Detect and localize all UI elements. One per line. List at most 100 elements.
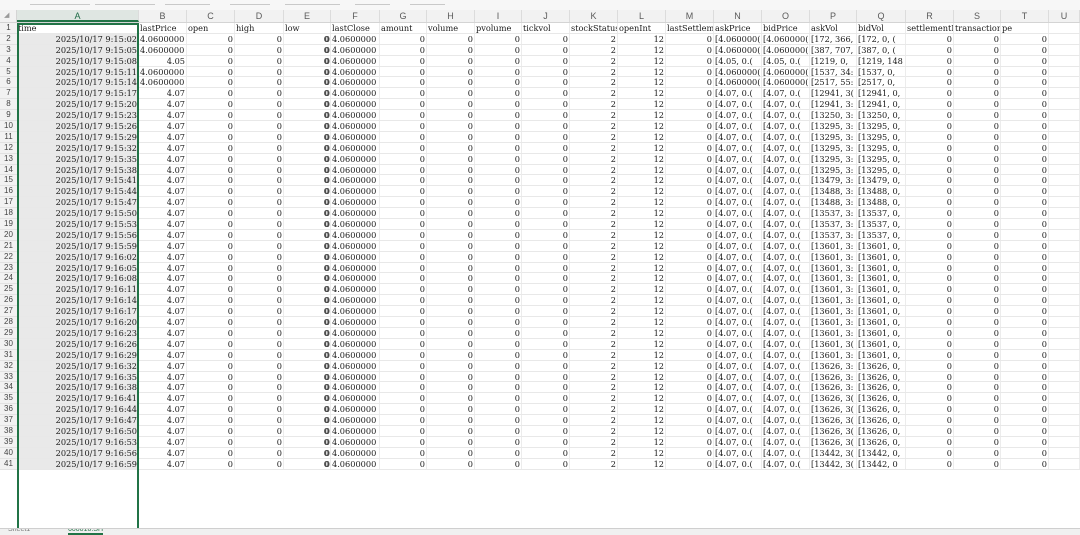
cell-pvolume[interactable]: 0 xyxy=(475,458,522,469)
cell-askprice[interactable]: [4.07, 0.( xyxy=(714,164,762,175)
cell-high[interactable]: 0 xyxy=(235,44,284,55)
cell-time[interactable]: 2025/10/17 9:16:44 xyxy=(17,404,139,415)
cell-lastclose[interactable]: 4.0600000 xyxy=(331,175,380,186)
cell-askvol[interactable]: [13295, 3: xyxy=(810,164,857,175)
cell-askvol[interactable]: [12941, 3: xyxy=(810,99,857,110)
cell-askprice[interactable]: [4.07, 0.( xyxy=(714,88,762,99)
cell-time[interactable]: 2025/10/17 9:15:59 xyxy=(17,240,139,251)
cell-settlement[interactable]: 0 xyxy=(906,66,954,77)
cell-pe[interactable]: 0 xyxy=(1001,262,1049,273)
cell-tickvol[interactable]: 0 xyxy=(522,197,570,208)
cell-pvolume[interactable]: 0 xyxy=(475,99,522,110)
cell-time[interactable]: 2025/10/17 9:15:14 xyxy=(17,77,139,88)
cell-askvol[interactable]: [2517, 55: xyxy=(810,77,857,88)
cell-open[interactable]: 0 xyxy=(187,371,235,382)
cell-openint[interactable]: 12 xyxy=(618,436,666,447)
cell-lastprice[interactable]: 4.07 xyxy=(139,153,187,164)
cell-openint[interactable]: 12 xyxy=(618,415,666,426)
cell-openint[interactable]: 12 xyxy=(618,425,666,436)
cell-stockstatus[interactable]: 2 xyxy=(570,295,618,306)
cell-openint[interactable]: 12 xyxy=(618,338,666,349)
cell-time[interactable]: 2025/10/17 9:15:17 xyxy=(17,88,139,99)
cell-time[interactable]: 2025/10/17 9:15:05 xyxy=(17,44,139,55)
cell-time[interactable]: 2025/10/17 9:15:41 xyxy=(17,175,139,186)
cell-pvolume[interactable]: 0 xyxy=(475,219,522,230)
column-header-l[interactable]: L xyxy=(618,10,666,22)
cell-lastsettlement[interactable]: 0 xyxy=(666,273,714,284)
cell-askvol[interactable]: [13601, 3: xyxy=(810,327,857,338)
cell-bidvol[interactable]: [13626, 0, xyxy=(857,360,906,371)
row-header-27[interactable]: 27 xyxy=(0,306,17,318)
cell-lastsettlement[interactable]: 0 xyxy=(666,229,714,240)
cell-high[interactable]: 0 xyxy=(235,33,284,44)
cell-bidvol[interactable]: [13601, 0, xyxy=(857,306,906,317)
row-header-18[interactable]: 18 xyxy=(0,208,17,220)
cell-empty[interactable] xyxy=(1049,33,1080,44)
cell-openint[interactable]: 12 xyxy=(618,44,666,55)
cell-tickvol[interactable]: 0 xyxy=(522,33,570,44)
cell-openint[interactable]: 12 xyxy=(618,88,666,99)
cell-bidprice[interactable]: [4.060000( xyxy=(762,66,810,77)
cell-open[interactable]: 0 xyxy=(187,393,235,404)
cell-transactionnum[interactable]: 0 xyxy=(954,306,1001,317)
cell-bidvol[interactable]: [13601, 0, xyxy=(857,251,906,262)
cell-amount[interactable]: 0 xyxy=(380,229,427,240)
cell-pe[interactable]: 0 xyxy=(1001,175,1049,186)
cell-bidprice[interactable]: [4.07, 0.( xyxy=(762,197,810,208)
cell-volume[interactable]: 0 xyxy=(427,436,475,447)
cell-askprice[interactable]: [4.07, 0.( xyxy=(714,229,762,240)
cell-pvolume[interactable]: 0 xyxy=(475,186,522,197)
cell-lastclose[interactable]: 4.0600000 xyxy=(331,436,380,447)
cell-lastprice[interactable]: 4.07 xyxy=(139,273,187,284)
cell-settlement[interactable]: 0 xyxy=(906,55,954,66)
cell-lastclose[interactable]: 4.0600000 xyxy=(331,44,380,55)
cell-lastclose[interactable]: 4.0600000 xyxy=(331,284,380,295)
row-header-28[interactable]: 28 xyxy=(0,317,17,328)
cell-lastprice[interactable]: 4.07 xyxy=(139,262,187,273)
cell-lastprice[interactable]: 4.05 xyxy=(139,55,187,66)
cell-pvolume[interactable]: 0 xyxy=(475,349,522,360)
cell-lastclose[interactable]: 4.0600000 xyxy=(331,99,380,110)
cell-lastsettlement[interactable]: 0 xyxy=(666,219,714,230)
cell-bidprice[interactable]: [4.07, 0.( xyxy=(762,219,810,230)
cell-askvol[interactable]: [13601, 3( xyxy=(810,338,857,349)
header-cell[interactable]: openInt xyxy=(618,23,666,33)
cell-bidvol[interactable]: [13626, 0, xyxy=(857,382,906,393)
cell-open[interactable]: 0 xyxy=(187,382,235,393)
cell-tickvol[interactable]: 0 xyxy=(522,273,570,284)
row-header-35[interactable]: 35 xyxy=(0,393,17,405)
header-cell[interactable]: lastClose xyxy=(331,23,380,33)
cell-askprice[interactable]: [4.05, 0.( xyxy=(714,55,762,66)
cell-volume[interactable]: 0 xyxy=(427,458,475,469)
cell-empty[interactable] xyxy=(1049,284,1080,295)
cell-tickvol[interactable]: 0 xyxy=(522,393,570,404)
cell-high[interactable]: 0 xyxy=(235,186,284,197)
cell-high[interactable]: 0 xyxy=(235,295,284,306)
cell-lastprice[interactable]: 4.07 xyxy=(139,382,187,393)
cell-askprice[interactable]: [4.07, 0.( xyxy=(714,382,762,393)
cell-transactionnum[interactable]: 0 xyxy=(954,121,1001,132)
cell-amount[interactable]: 0 xyxy=(380,415,427,426)
cell-volume[interactable]: 0 xyxy=(427,273,475,284)
cell-lastprice[interactable]: 4.07 xyxy=(139,338,187,349)
column-header-r[interactable]: R xyxy=(906,10,954,22)
cell-askprice[interactable]: [4.07, 0.( xyxy=(714,186,762,197)
cell-pvolume[interactable]: 0 xyxy=(475,262,522,273)
cell-tickvol[interactable]: 0 xyxy=(522,55,570,66)
cell-tickvol[interactable]: 0 xyxy=(522,371,570,382)
cell-volume[interactable]: 0 xyxy=(427,121,475,132)
cell-openint[interactable]: 12 xyxy=(618,306,666,317)
cell-lastclose[interactable]: 4.0600000 xyxy=(331,240,380,251)
cell-pvolume[interactable]: 0 xyxy=(475,88,522,99)
cell-bidprice[interactable]: [4.07, 0.( xyxy=(762,121,810,132)
cell-openint[interactable]: 12 xyxy=(618,360,666,371)
row-header-9[interactable]: 9 xyxy=(0,110,17,122)
cell-bidvol[interactable]: [13626, 0, xyxy=(857,436,906,447)
cell-pe[interactable]: 0 xyxy=(1001,371,1049,382)
cell-tickvol[interactable]: 0 xyxy=(522,99,570,110)
row-header-32[interactable]: 32 xyxy=(0,360,17,372)
cell-lastsettlement[interactable]: 0 xyxy=(666,404,714,415)
cell-openint[interactable]: 12 xyxy=(618,240,666,251)
cell-amount[interactable]: 0 xyxy=(380,371,427,382)
cell-time[interactable]: 2025/10/17 9:16:23 xyxy=(17,327,139,338)
